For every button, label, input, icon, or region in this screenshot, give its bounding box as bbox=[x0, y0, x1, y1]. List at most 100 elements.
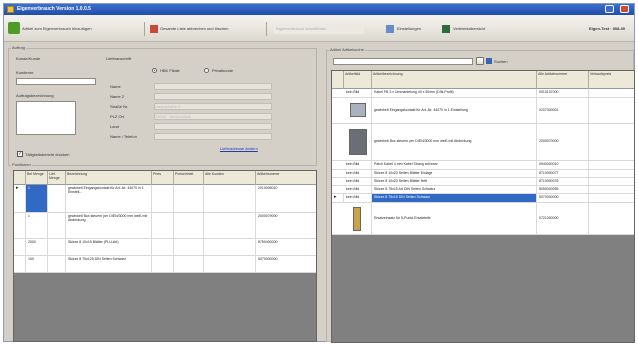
product-image bbox=[353, 207, 361, 231]
description-cell: Patch Kabel 4 mm Kabel Strang schwarz bbox=[372, 161, 537, 169]
price-cell bbox=[589, 178, 634, 185]
qty-cell[interactable]: 2000 bbox=[26, 239, 48, 255]
search-options-button[interactable] bbox=[476, 57, 484, 65]
close-button[interactable] bbox=[620, 5, 629, 13]
price-cell[interactable] bbox=[152, 213, 174, 238]
qty-cell[interactable]: 1 bbox=[26, 185, 48, 212]
qty-cell[interactable]: 100 bbox=[26, 256, 48, 272]
col-delivered[interactable]: Lief. Menge bbox=[48, 171, 66, 185]
price-cell[interactable] bbox=[152, 185, 174, 212]
all-customers-cell[interactable] bbox=[204, 256, 256, 272]
price-unit-cell[interactable] bbox=[174, 256, 204, 272]
phone-label: Name / Telefon bbox=[110, 134, 137, 139]
search-button[interactable]: Suchen bbox=[494, 59, 508, 64]
country-field[interactable] bbox=[154, 123, 272, 130]
description-cell: Ersatzeinsatz für 5-Punkt-Ersatzteile bbox=[372, 203, 537, 234]
qty-cell[interactable]: 1 bbox=[26, 213, 48, 238]
minimize-button[interactable] bbox=[605, 5, 614, 13]
name2-label: Name 2 bbox=[110, 94, 125, 99]
radio-hbk[interactable] bbox=[152, 68, 157, 73]
radio-private[interactable] bbox=[204, 68, 209, 73]
row-indicator bbox=[14, 239, 26, 255]
article-no-cell: 0940000010 bbox=[537, 161, 589, 169]
order-desc-field[interactable] bbox=[16, 101, 76, 135]
phone-field[interactable] bbox=[154, 133, 272, 140]
settings-button[interactable]: Einstellungen bbox=[397, 24, 421, 34]
price-unit-cell[interactable] bbox=[174, 239, 204, 255]
add-article-button[interactable]: Artikel zum Eigenverbrauch hinzufügen bbox=[22, 24, 92, 34]
row-indicator bbox=[14, 256, 26, 272]
table-row[interactable]: kein Bild Kabel FB 3 x Ummantelung 40 x … bbox=[332, 89, 634, 98]
all-customers-cell[interactable] bbox=[204, 185, 256, 212]
product-image-cell bbox=[344, 203, 372, 234]
sales-icon bbox=[442, 25, 450, 33]
change-address-link[interactable]: Lieferadresse ändern bbox=[220, 146, 258, 151]
delivered-cell[interactable] bbox=[48, 256, 66, 272]
row-indicator-header bbox=[14, 171, 26, 185]
print-report-checkbox[interactable]: ✓ bbox=[17, 151, 23, 157]
table-row[interactable]: 2000 Skizze 8 10x15 Blätter (PLU-Art) 87… bbox=[14, 239, 316, 256]
price-unit-cell[interactable] bbox=[174, 185, 204, 212]
name2-field[interactable] bbox=[154, 93, 272, 100]
product-image bbox=[350, 103, 366, 117]
zip-city-field[interactable]: 10000 · Musterstadt bbox=[154, 113, 272, 120]
separator bbox=[266, 22, 267, 36]
col-description[interactable]: Artikelbezeichnung bbox=[372, 71, 537, 89]
delivered-cell[interactable] bbox=[48, 239, 66, 255]
table-row[interactable]: kein Bild Patch Kabel 4 mm Kabel Strang … bbox=[332, 161, 634, 170]
order-group-label: Auftrag bbox=[11, 45, 26, 50]
sales-overview-button[interactable]: Vertriebsübersicht bbox=[453, 24, 485, 34]
radio-hbk-label: HBK Filiale bbox=[160, 68, 180, 73]
delete-icon bbox=[150, 25, 158, 33]
table-row[interactable]: gewinkelt Eingangskontakt für Art.-Nr. 4… bbox=[332, 98, 634, 124]
table-row[interactable]: 100 Skizze 8 75x125 DIN Seiten Schwarz 5… bbox=[14, 256, 316, 273]
col-image[interactable]: Artikelbild bbox=[344, 71, 372, 89]
all-customers-cell[interactable] bbox=[204, 239, 256, 255]
col-article-no[interactable]: Artikelnummer bbox=[256, 171, 316, 185]
price-cell bbox=[589, 124, 634, 160]
no-image-badge: kein Bild bbox=[344, 170, 372, 177]
description-cell: Skizze 8 75x125 DIN Seiten Schwarz bbox=[66, 256, 152, 272]
col-price[interactable]: Verkaufspreis bbox=[589, 71, 634, 89]
table-row[interactable]: gewinkelt Box steuern per DIEN/3000 mm w… bbox=[332, 124, 634, 161]
table-row[interactable]: kein Bild Skizze 8 75x15 Art DIN Seiten … bbox=[332, 186, 634, 194]
article-no-cell: 0721000000 bbox=[537, 203, 589, 234]
title-bar: Eigenverbrauch Version 1.0.0.5 bbox=[4, 4, 634, 15]
app-icon bbox=[7, 6, 14, 13]
name-field[interactable] bbox=[154, 83, 272, 90]
col-description[interactable]: Bezeichnung bbox=[66, 171, 152, 185]
article-no-cell: 2010005010 bbox=[256, 185, 316, 212]
customer-no-field[interactable] bbox=[16, 78, 96, 85]
table-row[interactable]: ▸ 1 gewinkelt Eingangskontakt für Art.-N… bbox=[14, 185, 316, 213]
delivered-cell[interactable] bbox=[48, 213, 66, 238]
street-field[interactable]: Hauptstraße 3 bbox=[154, 103, 272, 110]
col-qty[interactable]: Bei Menge bbox=[26, 171, 48, 185]
article-search-input[interactable] bbox=[333, 58, 473, 65]
table-row[interactable]: 1 gewinkelt Box steuern per DIEN/3000 mm… bbox=[14, 213, 316, 239]
price-cell[interactable] bbox=[152, 256, 174, 272]
col-article-no[interactable]: Alle Artikelnummer bbox=[537, 71, 589, 89]
window-title: Eigenverbrauch Version 1.0.0.5 bbox=[17, 6, 91, 12]
price-cell bbox=[589, 194, 634, 202]
no-image-badge: kein Bild bbox=[344, 186, 372, 193]
article-no-cell: 8750400000 bbox=[256, 239, 316, 255]
delivered-cell[interactable] bbox=[48, 185, 66, 212]
table-row[interactable]: kein Bild Skizze 8 10x20 Seiten Blätter … bbox=[332, 170, 634, 178]
col-price-unit[interactable]: Preiseinheit bbox=[174, 171, 204, 185]
order-desc-label: Auftragsbezeichnung bbox=[16, 93, 54, 98]
all-customers-cell[interactable] bbox=[204, 213, 256, 238]
positions-grid-header: Bei Menge Lief. Menge Bezeichnung Preis … bbox=[14, 171, 316, 185]
article-no-cell: 5070000000 bbox=[537, 194, 589, 202]
col-price[interactable]: Preis bbox=[152, 171, 174, 185]
execute-button[interactable]: Eigenverbrauch durchführen bbox=[274, 24, 364, 34]
description-cell: Skizze 8 75x15 DIN Seiten Schwarz bbox=[372, 194, 537, 202]
table-row[interactable]: Ersatzeinsatz für 5-Punkt-Ersatzteile 07… bbox=[332, 203, 634, 235]
delete-list-button[interactable]: Gesamte Liste abbrechen und löschen bbox=[160, 24, 229, 34]
price-unit-cell[interactable] bbox=[174, 213, 204, 238]
table-row[interactable]: kein Bild Skizze 8 10x20 Seiten Blätter … bbox=[332, 178, 634, 186]
table-row-selected[interactable]: ▸ kein Bild Skizze 8 75x15 DIN Seiten Sc… bbox=[332, 194, 634, 203]
row-indicator-header bbox=[332, 71, 344, 89]
price-cell[interactable] bbox=[152, 239, 174, 255]
col-all-customers[interactable]: Alle Kunden bbox=[204, 171, 256, 185]
separator bbox=[144, 22, 145, 36]
